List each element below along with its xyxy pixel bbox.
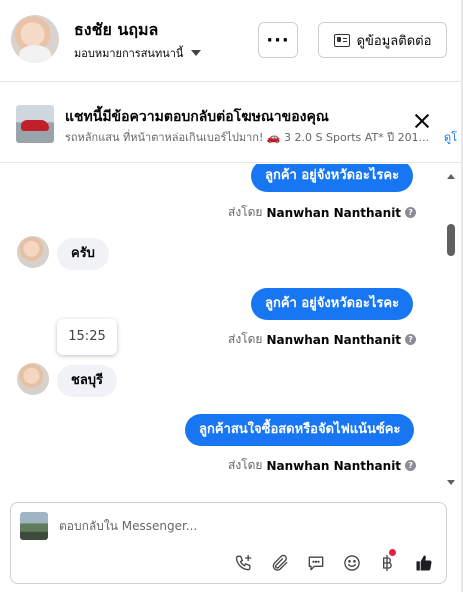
view-ad-link[interactable]: ดูโ xyxy=(444,128,457,146)
close-icon[interactable] xyxy=(414,113,430,129)
outgoing-message[interactable]: ลูกค้า อยู่จังหวัดอะไรคะ xyxy=(251,164,414,192)
outgoing-message[interactable]: ลูกค้า อยู่จังหวัดอะไรคะ xyxy=(251,288,414,320)
message-thread[interactable]: ลูกค้า อยู่จังหวัดอะไรคะ ส่งโดย Nanwhan … xyxy=(0,164,463,491)
assign-label: มอบหมายการสนทนานี้ xyxy=(74,47,184,60)
agent-name: Nanwhan Nanthanit xyxy=(266,458,402,473)
agent-name: Nanwhan Nanthanit xyxy=(266,205,402,220)
ellipsis-icon: ··· xyxy=(266,29,290,51)
contact-avatar-small xyxy=(17,363,49,395)
baht-payment-icon[interactable] xyxy=(375,549,399,575)
ad-banner-title: แชทนี้มีข้อความตอบกลับต่อโฆษณาของคุณ xyxy=(65,109,329,125)
info-icon[interactable]: ? xyxy=(405,334,417,345)
agent-name: Nanwhan Nanthanit xyxy=(266,332,402,347)
view-contact-button[interactable]: ดูข้อมูลติดต่อ xyxy=(318,22,447,58)
page-avatar xyxy=(20,512,48,540)
caret-down-icon xyxy=(191,50,202,56)
info-icon[interactable]: ? xyxy=(405,460,417,471)
ad-thumbnail[interactable] xyxy=(16,105,54,143)
ad-reply-banner: แชทนี้มีข้อความตอบกลับต่อโฆษณาของคุณ รถห… xyxy=(0,83,463,163)
incoming-message[interactable]: ชลบุรี xyxy=(57,365,118,397)
saved-reply-icon[interactable] xyxy=(304,551,328,575)
sent-by-label: ส่งโดย Nanwhan Nanthanit ? xyxy=(228,203,417,222)
notification-dot xyxy=(389,549,396,556)
contact-avatar-small xyxy=(17,236,49,268)
reply-input[interactable] xyxy=(59,512,429,540)
contact-name[interactable]: ธงชัย นฤมล xyxy=(74,18,158,43)
timestamp-tooltip: 15:25 xyxy=(57,319,117,355)
call-add-icon[interactable] xyxy=(232,551,256,575)
outgoing-message[interactable]: ลูกค้าสนใจซื้อสดหรือจัดไฟแน้นซ์คะ xyxy=(185,414,415,446)
info-icon[interactable]: ? xyxy=(405,207,417,218)
view-contact-label: ดูข้อมูลติดต่อ xyxy=(356,33,432,49)
emoji-icon[interactable] xyxy=(340,551,364,575)
more-options-button[interactable]: ··· xyxy=(258,22,298,58)
message-composer xyxy=(10,502,447,584)
contact-card-icon xyxy=(333,33,350,47)
scrollbar-thumb[interactable] xyxy=(447,224,455,256)
like-icon[interactable] xyxy=(412,551,436,575)
sent-by-label: ส่งโดย Nanwhan Nanthanit ? xyxy=(228,456,417,475)
incoming-message[interactable]: ครับ xyxy=(57,238,109,270)
attachment-icon[interactable] xyxy=(268,551,292,575)
scroll-up-arrow[interactable] xyxy=(447,174,455,179)
assign-conversation-dropdown[interactable]: มอบหมายการสนทนานี้ xyxy=(74,44,202,62)
contact-avatar[interactable] xyxy=(11,15,59,63)
scroll-down-arrow[interactable] xyxy=(447,480,455,485)
ad-banner-subtitle: รถหลักแสน ที่หน้าตาหล่อเกินเบอร์ไปมาก! 🚗… xyxy=(65,131,430,144)
sent-by-label: ส่งโดย Nanwhan Nanthanit ? xyxy=(228,330,417,349)
conversation-header: ธงชัย นฤมล มอบหมายการสนทนานี้ ··· ดูข้อม… xyxy=(0,0,463,82)
